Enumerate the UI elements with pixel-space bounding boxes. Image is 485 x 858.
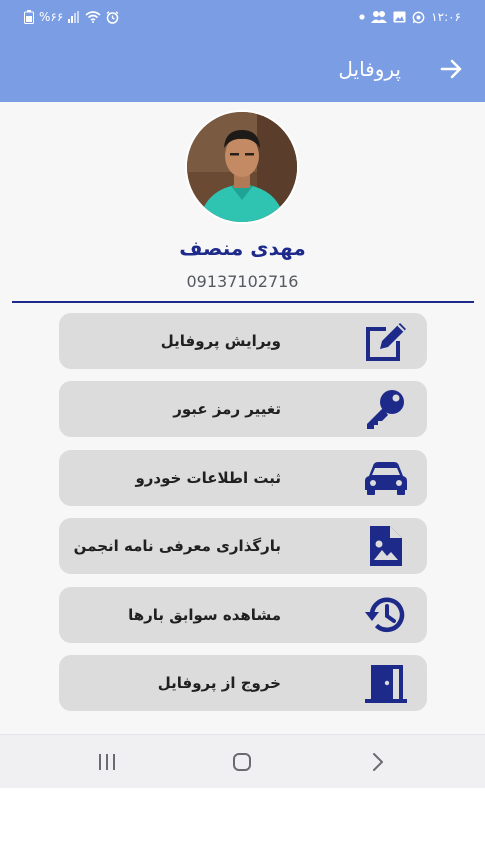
wifi-icon	[85, 11, 101, 23]
arrow-right-icon[interactable]	[435, 53, 467, 85]
battery-text: %۶۶	[39, 10, 64, 24]
edit-profile-button[interactable]: ویرایش پروفایل	[59, 313, 427, 369]
load-history-button[interactable]: مشاهده سوابق بارها	[59, 587, 427, 643]
history-icon	[361, 593, 411, 637]
profile-content: مهدی منصف 09137102716 ویرایش پروفایل تغی…	[0, 102, 485, 734]
avatar[interactable]	[185, 110, 299, 224]
avatar-photo	[187, 112, 297, 222]
upload-letter-label: بارگذاری معرفی نامه انجمن	[73, 537, 281, 555]
exit-door-icon	[361, 661, 411, 705]
signal-icon	[68, 11, 80, 23]
status-left: %۶۶	[24, 9, 119, 25]
change-password-button[interactable]: تغییر رمز عبور	[59, 381, 427, 437]
vehicle-info-button[interactable]: ثبت اطلاعات خودرو	[59, 450, 427, 506]
vehicle-info-label: ثبت اطلاعات خودرو	[135, 469, 281, 487]
whatsapp-icon	[412, 11, 425, 23]
upload-letter-button[interactable]: بارگذاری معرفی نامه انجمن	[59, 518, 427, 574]
back-button[interactable]	[358, 747, 398, 777]
dot-icon	[359, 14, 365, 20]
people-icon	[371, 11, 388, 23]
alarm-icon	[106, 10, 119, 24]
image-file-icon	[361, 524, 411, 568]
app-bar: پروفایل	[0, 36, 485, 102]
logout-button[interactable]: خروج از پروفایل	[59, 655, 427, 711]
user-name: مهدی منصف	[179, 236, 306, 260]
chevron-right-icon	[373, 753, 383, 771]
load-history-label: مشاهده سوابق بارها	[128, 606, 281, 624]
system-nav-bar	[0, 734, 485, 788]
gallery-icon	[393, 11, 406, 23]
status-time: ۱۲:۰۶	[431, 10, 461, 24]
car-icon	[361, 456, 411, 500]
battery-icon	[24, 10, 34, 24]
page-title: پروفایل	[338, 57, 401, 81]
logout-label: خروج از پروفایل	[157, 674, 281, 692]
edit-icon	[361, 319, 411, 363]
edit-profile-label: ویرایش پروفایل	[160, 332, 281, 350]
status-right: ۱۲:۰۶	[359, 9, 461, 25]
user-phone: 09137102716	[186, 272, 299, 291]
change-password-label: تغییر رمز عبور	[173, 400, 281, 418]
profile-screen: %۶۶ ۱۲:۰۶ پروفایل مهدی منصف 09137102716 …	[0, 0, 485, 858]
divider	[12, 301, 474, 303]
key-icon	[361, 387, 411, 431]
recent-apps-icon	[99, 754, 115, 770]
status-bar: %۶۶ ۱۲:۰۶	[0, 0, 485, 36]
home-icon	[233, 753, 251, 771]
recent-apps-button[interactable]	[87, 747, 127, 777]
home-button[interactable]	[222, 747, 262, 777]
